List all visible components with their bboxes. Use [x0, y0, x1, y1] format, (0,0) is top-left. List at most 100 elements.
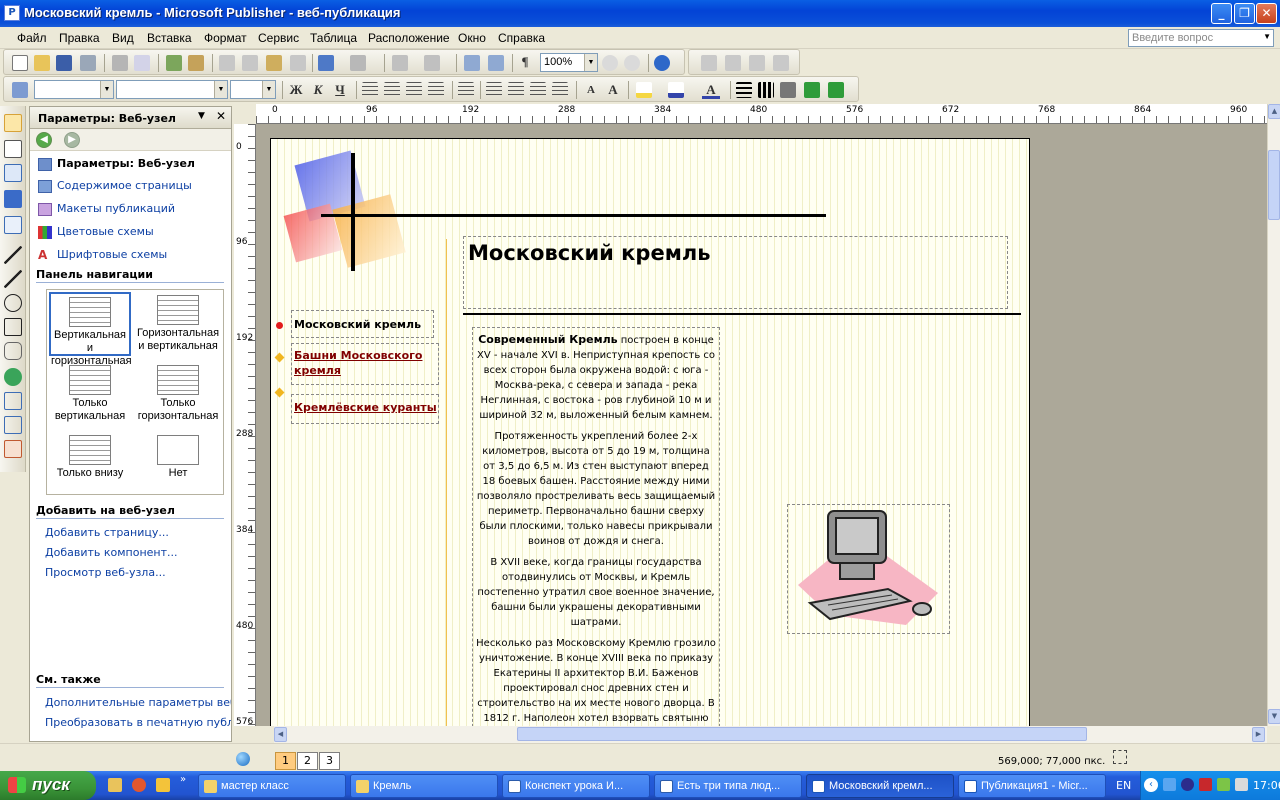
nav-option-none[interactable]: Нет: [137, 432, 219, 496]
fill-color-icon[interactable]: [636, 82, 652, 98]
clock[interactable]: 17:06: [1253, 779, 1280, 792]
italic-icon[interactable]: К: [309, 81, 327, 99]
tray-security-icon[interactable]: [1199, 778, 1212, 791]
menu-arrange[interactable]: Расположение: [368, 31, 450, 45]
task-master-class[interactable]: мастер класс: [198, 774, 346, 798]
vertical-scroll-thumb[interactable]: [1268, 150, 1280, 220]
zoom-select[interactable]: 100% ▼: [540, 53, 598, 72]
start-button[interactable]: пуск: [0, 771, 96, 800]
chevron-left-icon[interactable]: ‹: [1144, 778, 1158, 792]
disconnect-icon[interactable]: [725, 55, 741, 71]
paste-icon[interactable]: [266, 55, 282, 71]
print-icon[interactable]: [80, 55, 96, 71]
tray-app-icon[interactable]: [1217, 778, 1230, 791]
spelling-icon[interactable]: [166, 55, 182, 71]
format-painter-icon[interactable]: [290, 55, 306, 71]
menu-insert[interactable]: Вставка: [147, 31, 192, 45]
connect-textbox-icon[interactable]: [701, 55, 717, 71]
preview-icon[interactable]: [134, 55, 150, 71]
maximize-button[interactable]: ❐: [1234, 3, 1255, 24]
page-1-button[interactable]: 1: [275, 752, 296, 770]
bring-forward-icon[interactable]: [392, 55, 408, 71]
clipart-frame[interactable]: [787, 504, 950, 634]
task-three-types[interactable]: Есть три типа люд...: [654, 774, 802, 798]
cut-icon[interactable]: [219, 55, 235, 71]
align-center-icon[interactable]: [384, 82, 400, 98]
chevron-down-icon[interactable]: ▼: [584, 54, 597, 71]
decrease-font-icon[interactable]: A: [582, 81, 600, 99]
vertical-scrollbar[interactable]: ▲ ▼: [1267, 104, 1280, 726]
page-title[interactable]: Московский кремль: [468, 241, 711, 265]
menu-tools[interactable]: Сервис: [258, 31, 299, 45]
horizontal-scroll-thumb[interactable]: [517, 727, 1087, 741]
font-color-icon[interactable]: A: [702, 81, 720, 99]
nav-option-horizontal-only[interactable]: Только горизонтальная: [137, 362, 219, 426]
shadow-style-icon[interactable]: [804, 82, 820, 98]
add-page-link[interactable]: Добавить страницу...: [45, 526, 169, 539]
quicklaunch-icon[interactable]: [156, 778, 170, 792]
close-button[interactable]: ✕: [1256, 3, 1277, 24]
task-kremlin-folder[interactable]: Кремль: [350, 774, 498, 798]
tray-network-icon[interactable]: [1163, 778, 1176, 791]
numbering-icon[interactable]: [486, 82, 502, 98]
design-gallery-icon[interactable]: [4, 368, 22, 386]
vertical-ruler[interactable]: 0 96 192 288 384 480 576: [234, 124, 256, 726]
save-icon[interactable]: [56, 55, 72, 71]
volume-icon[interactable]: [1235, 778, 1248, 791]
decrease-indent-icon[interactable]: [530, 82, 546, 98]
menu-help[interactable]: Справка: [498, 31, 545, 45]
picture-tool-icon[interactable]: [4, 216, 22, 234]
align-left-icon[interactable]: [362, 82, 378, 98]
web-form-icon[interactable]: [4, 392, 22, 410]
wordart-tool-icon[interactable]: [4, 190, 22, 208]
nav-link-frame[interactable]: Кремлёвские куранты: [291, 394, 439, 424]
add-component-link[interactable]: Добавить компонент...: [45, 546, 178, 559]
rotate-icon[interactable]: [424, 55, 440, 71]
line-tool-icon[interactable]: [4, 246, 22, 264]
close-icon[interactable]: ✕: [216, 109, 226, 123]
menu-table[interactable]: Таблица: [310, 31, 357, 45]
bullets-icon[interactable]: [508, 82, 524, 98]
align-right-icon[interactable]: [406, 82, 422, 98]
forward-arrow-icon[interactable]: ▶: [64, 132, 80, 148]
body-text-frame[interactable]: Современный Кремль построен в конце XV -…: [472, 327, 720, 726]
research-icon[interactable]: [188, 55, 204, 71]
scroll-up-icon[interactable]: ▲: [1268, 104, 1280, 119]
nav-option-vertical-only[interactable]: Только вертикальная: [49, 362, 131, 426]
link-site-options[interactable]: Параметры: Веб-узел: [38, 157, 195, 171]
bluetooth-icon[interactable]: [1181, 778, 1194, 791]
chevron-down-icon[interactable]: ▼: [100, 81, 113, 98]
web-preview-icon[interactable]: [488, 55, 504, 71]
quicklaunch-icon[interactable]: [108, 778, 122, 792]
minimize-button[interactable]: _: [1211, 3, 1232, 24]
increase-font-icon[interactable]: A: [604, 81, 622, 99]
select-tool-icon[interactable]: [4, 114, 22, 132]
scroll-left-icon[interactable]: ◀: [274, 727, 287, 742]
text-box-tool-icon[interactable]: [4, 140, 22, 158]
zoom-out-icon[interactable]: [602, 55, 618, 71]
language-indicator[interactable]: EN: [1116, 779, 1131, 792]
undo-icon[interactable]: [318, 55, 334, 71]
nav-link-frame[interactable]: Башни Московского кремля: [291, 343, 439, 385]
preview-site-link[interactable]: Просмотр веб-узла...: [45, 566, 166, 579]
next-frame-icon[interactable]: [773, 55, 789, 71]
scroll-right-icon[interactable]: ▶: [1252, 727, 1265, 742]
scroll-down-icon[interactable]: ▼: [1268, 709, 1280, 724]
dash-style-icon[interactable]: [758, 82, 774, 98]
print-preview-icon[interactable]: [112, 55, 128, 71]
nav-link-chimes[interactable]: Кремлёвские куранты: [294, 401, 437, 414]
page-2-button[interactable]: 2: [297, 752, 318, 770]
line-color-icon[interactable]: [668, 82, 684, 98]
nav-option-vertical-horizontal[interactable]: Вертикальная и горизонтальная: [49, 292, 132, 367]
title-frame[interactable]: Московский кремль: [463, 236, 1008, 309]
chevron-down-icon[interactable]: ▼: [198, 111, 205, 121]
chevron-down-icon[interactable]: ▼: [262, 81, 275, 98]
help-question-input[interactable]: Введите вопрос ▼: [1128, 29, 1274, 47]
html-fragment-icon[interactable]: [4, 440, 22, 458]
publication-page[interactable]: Московский кремль Московский кремль Башн…: [270, 138, 1030, 726]
nav-link-towers[interactable]: Башни Московского кремля: [294, 348, 424, 378]
chevron-right-icon[interactable]: »: [180, 774, 186, 785]
link-publication-designs[interactable]: Макеты публикаций: [38, 202, 175, 216]
form-control-icon[interactable]: [4, 416, 22, 434]
page-3-button[interactable]: 3: [319, 752, 340, 770]
